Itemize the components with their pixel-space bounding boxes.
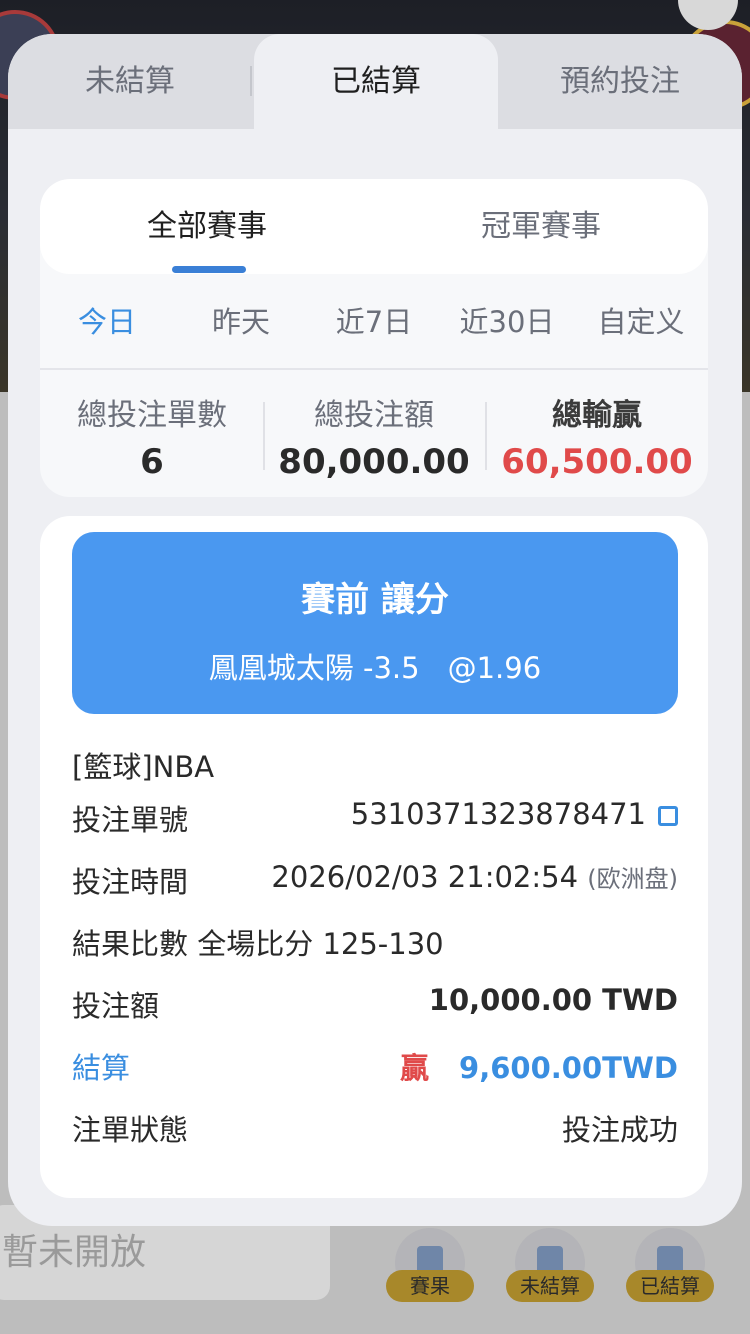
nav-settled[interactable]: 已結算 [622, 1228, 718, 1324]
stat-total-amount-label: 總投注額 [314, 398, 434, 433]
nav-results[interactable]: 賽果 [382, 1228, 478, 1324]
result-value: 全場比分 125-130 [197, 927, 444, 961]
unavailable-text: 暫未開放 [2, 1232, 147, 1273]
bet-history-modal: 未結算 已結算 預約投注 全部賽事 冠軍賽事 今日 昨天 近7日 近30日 自定… [8, 34, 742, 1226]
stat-total-bets-label: 總投注單數 [77, 398, 227, 433]
result-text: 結果比數 全場比分 125-130 [72, 921, 444, 963]
stat-total-bets: 總投注單數 6 [40, 370, 264, 495]
sport-league-row: [籃球]NBA [72, 744, 678, 784]
status-value: 投注成功 [561, 1113, 678, 1147]
tab-unsettled[interactable]: 未結算 [8, 34, 252, 129]
nav-results-label: 賽果 [386, 1270, 474, 1302]
bet-card: 賽前 讓分 鳳凰城太陽 -3.5 @1.96 [籃球]NBA 投注單號 53103… [40, 516, 708, 1198]
stat-total-amount: 總投注額 80,000.00 [264, 370, 484, 495]
result-row: 結果比數 全場比分 125-130 [72, 921, 678, 961]
tab-reserved[interactable]: 預約投注 [498, 34, 742, 129]
ticket-number: 5310371323878471 [350, 797, 646, 831]
ticket-row: 投注單號 5310371323878471 [72, 797, 678, 837]
tab-all-events[interactable]: 全部賽事 [40, 179, 374, 274]
event-type-tabs: 全部賽事 冠軍賽事 [40, 179, 708, 274]
active-tab-indicator [172, 266, 246, 273]
date-today[interactable]: 今日 [40, 274, 174, 370]
date-yesterday[interactable]: 昨天 [174, 274, 308, 370]
bet-pick: 鳳凰城太陽 -3.5 @1.96 [72, 645, 678, 687]
bet-odds: @1.96 [447, 651, 542, 685]
bet-time: 2026/02/03 21:02:54 [271, 860, 579, 894]
bet-banner: 賽前 讓分 鳳凰城太陽 -3.5 @1.96 [72, 532, 678, 714]
status-row: 注單狀態 投注成功 [72, 1107, 678, 1147]
bet-time-label: 投注時間 [72, 865, 189, 899]
stake-row: 投注額 10,000.00 TWD [72, 983, 678, 1023]
tab-settled[interactable]: 已結算 [254, 34, 498, 129]
bet-market: 賽前 讓分 [301, 580, 449, 620]
stat-total-bets-value: 6 [140, 442, 164, 482]
stat-total-winloss-label: 總輸贏 [552, 398, 642, 433]
stat-total-winloss-value: 60,500.00 [501, 442, 693, 482]
settlement-value: 贏 9,600.00TWD [400, 1045, 678, 1087]
tab-outright-events[interactable]: 冠軍賽事 [374, 179, 708, 274]
settlement-amount: 9,600.00TWD [459, 1051, 678, 1085]
date-filter: 今日 昨天 近7日 近30日 自定义 [40, 274, 708, 370]
stake-label: 投注額 [72, 989, 160, 1023]
nav-settled-label: 已結算 [626, 1270, 714, 1302]
bet-time-value: 2026/02/03 21:02:54 (欧洲盘) [271, 859, 678, 894]
result-label: 結果比數 [72, 927, 189, 961]
date-custom[interactable]: 自定义 [574, 274, 708, 370]
nav-unsettled[interactable]: 未結算 [502, 1228, 598, 1324]
ticket-value: 5310371323878471 [351, 797, 678, 831]
date-last-7-days[interactable]: 近7日 [307, 274, 441, 370]
settlement-label: 結算 [72, 1051, 131, 1085]
win-badge: 贏 [400, 1051, 430, 1085]
settlement-row: 結算 贏 9,600.00TWD [72, 1045, 678, 1085]
stat-total-amount-value: 80,000.00 [278, 442, 470, 482]
stake-value: 10,000.00 TWD [428, 983, 678, 1017]
tab-divider [250, 66, 252, 96]
bet-time-row: 投注時間 2026/02/03 21:02:54 (欧洲盘) [72, 859, 678, 899]
copy-icon[interactable] [658, 806, 678, 826]
sport-league: [籃球]NBA [72, 750, 215, 784]
bet-selection: 鳳凰城太陽 -3.5 [208, 651, 420, 685]
date-last-30-days[interactable]: 近30日 [440, 274, 574, 370]
stats-row: 總投注單數 6 總投注額 80,000.00 總輸贏 60,500.00 [40, 370, 708, 495]
nav-unsettled-label: 未結算 [506, 1270, 594, 1302]
stat-total-winloss: 總輸贏 60,500.00 [486, 370, 708, 495]
status-label: 注單狀態 [72, 1113, 189, 1147]
ticket-label: 投注單號 [72, 803, 189, 837]
odds-format: (欧洲盘) [587, 865, 678, 893]
status-tabs: 未結算 已結算 預約投注 [8, 34, 742, 129]
summary-card: 全部賽事 冠軍賽事 今日 昨天 近7日 近30日 自定义 總投注單數 6 總投注… [40, 179, 708, 497]
